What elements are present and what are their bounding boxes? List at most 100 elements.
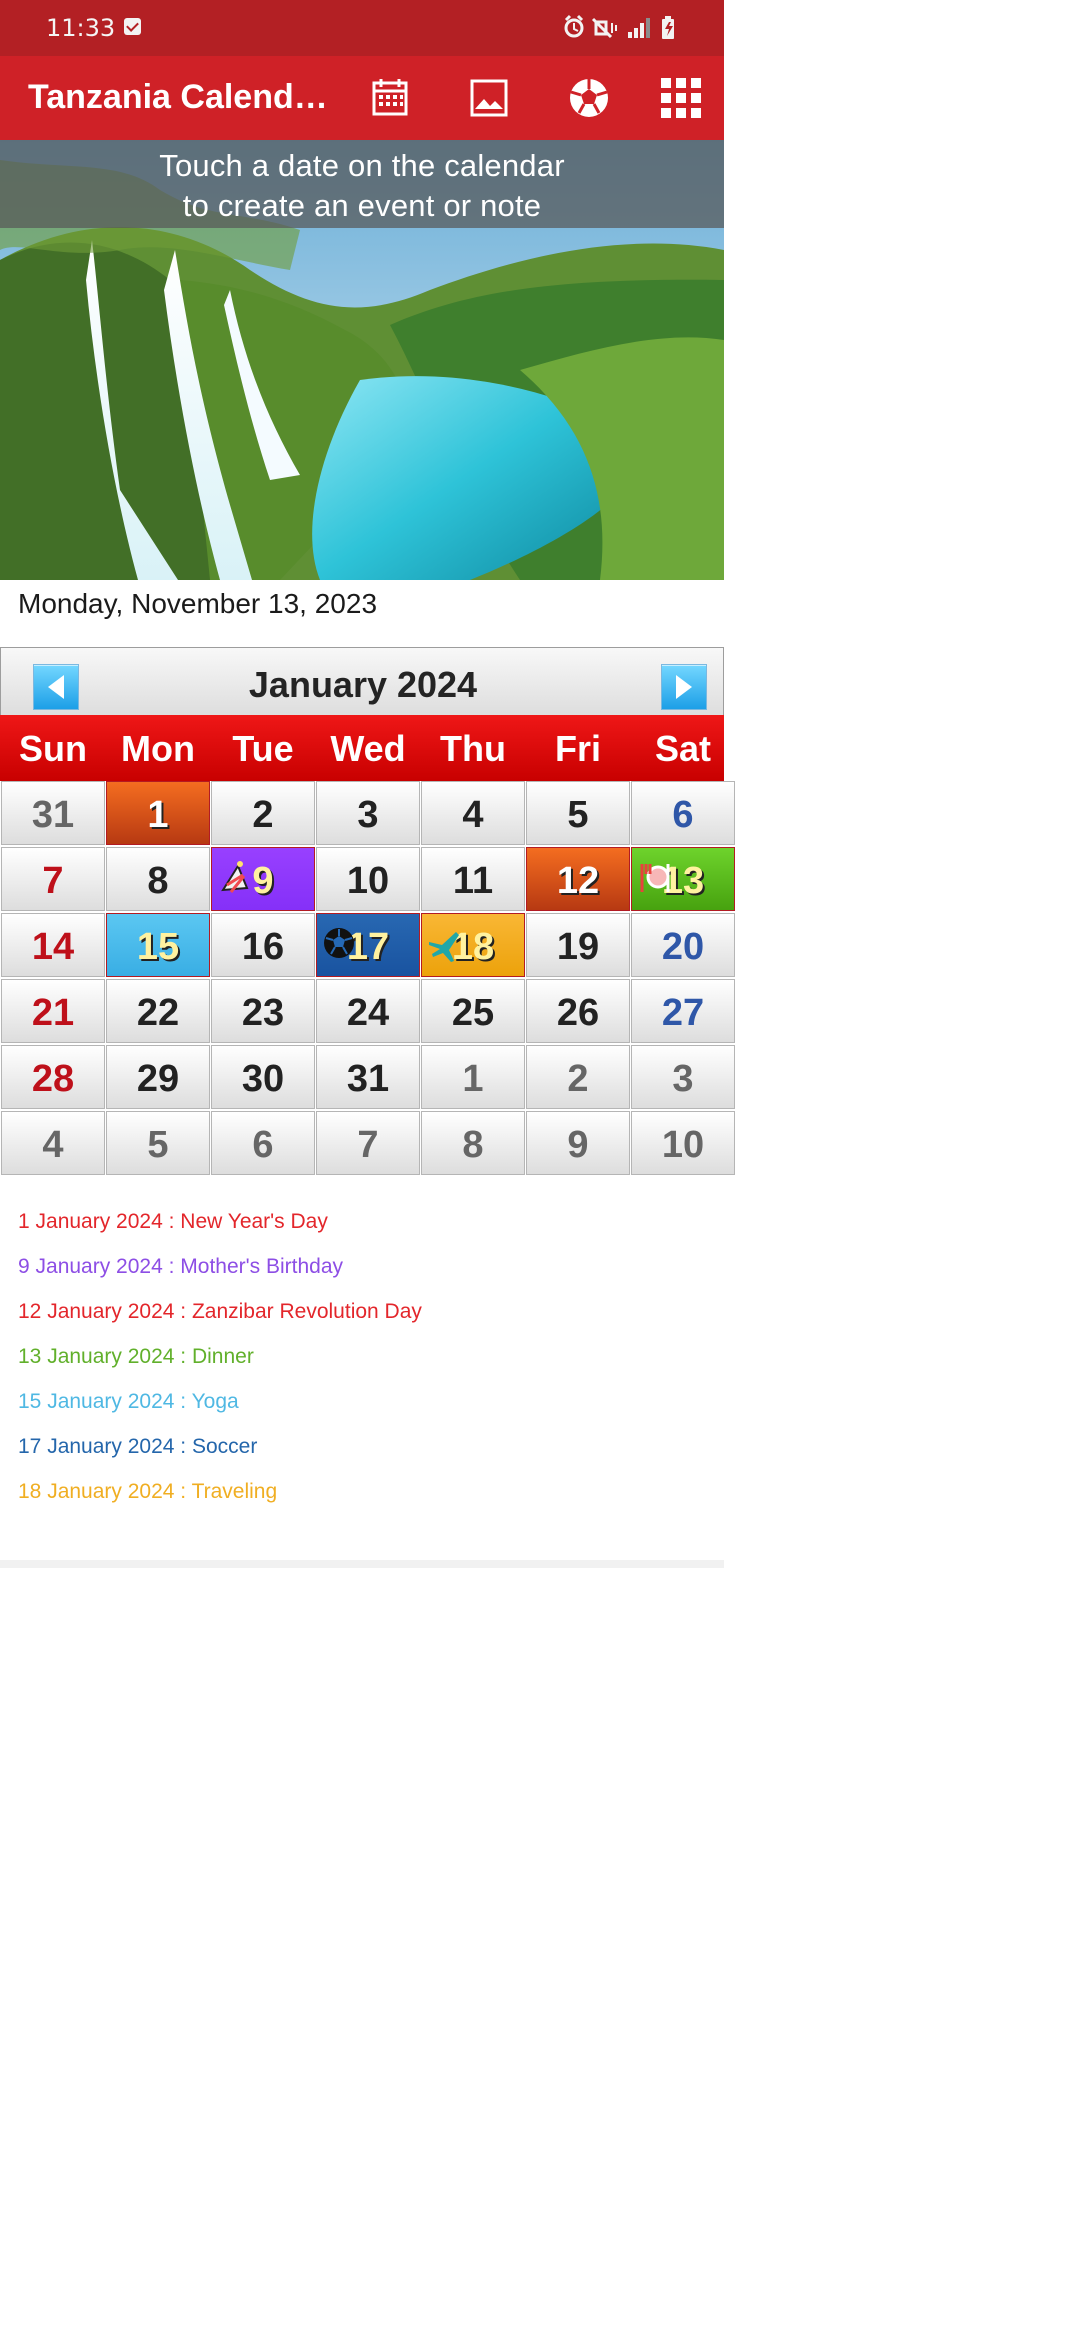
- app-bar: Tanzania Calend…: [0, 56, 724, 140]
- instruction-banner: Touch a date on the calendar to create a…: [0, 140, 724, 228]
- bottom-strip: [0, 1560, 724, 1568]
- calendar: January 2024 Sun Mon Tue Wed Thu Fri Sat…: [0, 647, 735, 1177]
- next-month-button[interactable]: [661, 664, 707, 710]
- image-icon[interactable]: [466, 75, 512, 121]
- checkbox-icon: [124, 18, 141, 35]
- calendar-day-cell[interactable]: 3: [316, 781, 420, 845]
- calendar-day-number: 6: [252, 1124, 274, 1166]
- event-item[interactable]: 9 January 2024 : Mother's Birthday: [18, 1255, 343, 1279]
- calendar-day-number: 9: [252, 860, 274, 902]
- calendar-day-number: 22: [136, 992, 180, 1034]
- calendar-day-cell[interactable]: 24: [316, 979, 420, 1043]
- calendar-day-cell[interactable]: 21: [1, 979, 105, 1043]
- calendar-day-number: 4: [462, 794, 484, 836]
- calendar-view-icon[interactable]: [367, 75, 413, 121]
- calendar-day-number: 30: [241, 1058, 285, 1100]
- calendar-day-cell[interactable]: 18: [421, 913, 525, 977]
- calendar-day-cell[interactable]: 10: [631, 1111, 735, 1175]
- calendar-day-cell[interactable]: 25: [421, 979, 525, 1043]
- calendar-day-cell[interactable]: 8: [421, 1111, 525, 1175]
- calendar-day-cell[interactable]: 6: [211, 1111, 315, 1175]
- calendar-day-number: 3: [357, 794, 379, 836]
- calendar-day-cell[interactable]: 10: [316, 847, 420, 911]
- calendar-day-number: 31: [31, 794, 75, 836]
- event-item[interactable]: 17 January 2024 : Soccer: [18, 1435, 257, 1459]
- month-title: January 2024: [248, 664, 478, 705]
- calendar-day-number: 20: [661, 926, 705, 968]
- calendar-day-number: 21: [31, 992, 75, 1034]
- calendar-day-number: 29: [136, 1058, 180, 1100]
- airplane-icon: [426, 918, 464, 962]
- calendar-day-number: 4: [42, 1124, 64, 1166]
- calendar-day-cell[interactable]: 31: [1, 781, 105, 845]
- calendar-day-cell[interactable]: 4: [1, 1111, 105, 1175]
- calendar-day-number: 16: [241, 926, 285, 968]
- weekday-thu: Thu: [440, 728, 506, 769]
- dinner-icon: [636, 852, 674, 892]
- signal-icon: [628, 18, 650, 38]
- calendar-day-number: 19: [556, 926, 600, 968]
- calendar-day-cell[interactable]: 2: [526, 1045, 630, 1109]
- event-item[interactable]: 12 January 2024 : Zanzibar Revolution Da…: [18, 1300, 422, 1324]
- grid-menu-icon[interactable]: [658, 75, 704, 121]
- calendar-day-cell[interactable]: 4: [421, 781, 525, 845]
- calendar-day-number: 25: [451, 992, 495, 1034]
- weekday-mon: Mon: [121, 728, 195, 769]
- calendar-day-number: 28: [31, 1058, 75, 1100]
- event-item[interactable]: 13 January 2024 : Dinner: [18, 1345, 254, 1369]
- calendar-day-cell[interactable]: 14: [1, 913, 105, 977]
- calendar-day-cell[interactable]: 20: [631, 913, 735, 977]
- calendar-day-number: 11: [452, 860, 494, 902]
- calendar-day-cell[interactable]: 29: [106, 1045, 210, 1109]
- calendar-day-cell[interactable]: 15: [106, 913, 210, 977]
- calendar-day-number: 14: [31, 926, 75, 968]
- calendar-day-cell[interactable]: 5: [526, 781, 630, 845]
- calendar-day-number: 24: [346, 992, 390, 1034]
- banner-line-1: Touch a date on the calendar: [159, 148, 565, 183]
- calendar-day-cell[interactable]: 1: [106, 781, 210, 845]
- alarm-icon: [564, 14, 584, 38]
- waterfall-photo: Touch a date on the calendar to create a…: [0, 140, 724, 580]
- calendar-day-cell[interactable]: 11: [421, 847, 525, 911]
- soccer-ball-icon: [321, 918, 359, 958]
- event-item[interactable]: 18 January 2024 : Traveling: [18, 1480, 277, 1504]
- calendar-day-cell[interactable]: 30: [211, 1045, 315, 1109]
- weekday-sun: Sun: [19, 728, 87, 769]
- calendar-day-cell[interactable]: 17: [316, 913, 420, 977]
- calendar-day-cell[interactable]: 7: [1, 847, 105, 911]
- calendar-day-number: 8: [147, 860, 169, 902]
- calendar-day-cell[interactable]: 3: [631, 1045, 735, 1109]
- soccer-ball-icon[interactable]: [566, 75, 612, 121]
- calendar-day-cell[interactable]: 26: [526, 979, 630, 1043]
- calendar-day-cell[interactable]: 9: [526, 1111, 630, 1175]
- calendar-day-number: 7: [42, 860, 64, 902]
- calendar-day-cell[interactable]: 28: [1, 1045, 105, 1109]
- calendar-day-cell[interactable]: 2: [211, 781, 315, 845]
- calendar-day-number: 12: [556, 860, 600, 902]
- calendar-day-cell[interactable]: 1: [421, 1045, 525, 1109]
- status-icons: [564, 14, 674, 39]
- calendar-day-cell[interactable]: 7: [316, 1111, 420, 1175]
- calendar-day-cell[interactable]: 16: [211, 913, 315, 977]
- calendar-day-cell[interactable]: 19: [526, 913, 630, 977]
- calendar-day-cell[interactable]: 8: [106, 847, 210, 911]
- battery-charging-icon: [662, 16, 674, 39]
- event-item[interactable]: 15 January 2024 : Yoga: [18, 1390, 239, 1414]
- calendar-day-cell[interactable]: 5: [106, 1111, 210, 1175]
- weekday-sat: Sat: [654, 728, 712, 769]
- calendar-day-cell[interactable]: 12: [526, 847, 630, 911]
- calendar-day-number: 9: [567, 1124, 589, 1166]
- weekday-header: Sun Mon Tue Wed Thu Fri Sat: [0, 715, 724, 781]
- calendar-day-cell[interactable]: 23: [211, 979, 315, 1043]
- calendar-day-cell[interactable]: 9: [211, 847, 315, 911]
- calendar-day-cell[interactable]: 22: [106, 979, 210, 1043]
- calendar-day-number: 7: [357, 1124, 379, 1166]
- calendar-day-cell[interactable]: 13: [631, 847, 735, 911]
- party-hat-icon: [216, 852, 254, 893]
- app-title: Tanzania Calend…: [28, 78, 328, 116]
- calendar-day-cell[interactable]: 6: [631, 781, 735, 845]
- calendar-day-cell[interactable]: 27: [631, 979, 735, 1043]
- calendar-day-cell[interactable]: 31: [316, 1045, 420, 1109]
- event-item[interactable]: 1 January 2024 : New Year's Day: [18, 1210, 328, 1234]
- calendar-day-number: 2: [252, 794, 274, 836]
